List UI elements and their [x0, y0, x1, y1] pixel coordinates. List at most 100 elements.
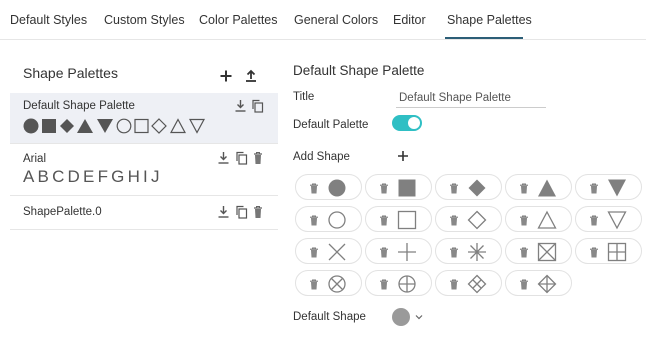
- diamond-plus-icon: [537, 274, 557, 294]
- diamond-filled-icon: [468, 179, 486, 197]
- toggle-knob: [408, 117, 420, 129]
- triangle-down-outline-icon: [607, 211, 627, 230]
- circle-filled-icon: [328, 179, 346, 197]
- default-shape-label: Default Shape: [293, 311, 366, 323]
- add-icon[interactable]: [218, 68, 234, 84]
- square-x-icon: [537, 242, 557, 262]
- editor-title: Default Shape Palette: [293, 63, 425, 78]
- font-preview: ABCDEFGHIJ: [23, 167, 163, 186]
- trash-icon[interactable]: [449, 215, 459, 226]
- circle-plus-icon: [398, 275, 416, 293]
- trash-icon[interactable]: [519, 183, 529, 194]
- list-item[interactable]: Arial ABCDEFGHIJ: [10, 145, 278, 196]
- palette-name: ShapePalette.0: [23, 206, 102, 218]
- shape-cell-asterisk[interactable]: [435, 238, 502, 264]
- circle-x-icon: [328, 275, 346, 293]
- default-palette-label: Default Palette: [293, 119, 369, 131]
- shape-cell-square-plus[interactable]: [575, 238, 642, 264]
- circle-outline-icon: [328, 211, 346, 229]
- shape-cell-triangle-down-filled[interactable]: [575, 174, 642, 200]
- square-plus-icon: [607, 242, 627, 262]
- list-item[interactable]: ShapePalette.0: [10, 197, 278, 230]
- copy-icon[interactable]: [251, 99, 264, 113]
- square-filled-icon: [398, 179, 416, 197]
- shape-cell-plus[interactable]: [365, 238, 432, 264]
- tab-custom-styles[interactable]: Custom Styles: [104, 13, 185, 27]
- trash-icon[interactable]: [309, 215, 319, 226]
- shape-cell-square-outline[interactable]: [365, 206, 432, 232]
- trash-icon[interactable]: [309, 183, 319, 194]
- palette-name: Arial: [23, 153, 47, 165]
- tab-shape-palettes[interactable]: Shape Palettes: [447, 13, 532, 27]
- shape-cell-triangle-down-outline[interactable]: [575, 206, 642, 232]
- list-item[interactable]: Default Shape Palette: [10, 93, 278, 144]
- upload-icon[interactable]: [243, 67, 259, 83]
- trash-icon[interactable]: [309, 247, 319, 258]
- download-icon[interactable]: [217, 151, 230, 165]
- triangle-down-filled-icon: [608, 179, 626, 197]
- trash-icon[interactable]: [589, 215, 599, 226]
- trash-icon[interactable]: [519, 279, 529, 290]
- default-palette-toggle[interactable]: [392, 115, 422, 131]
- diamond-outline-icon: [467, 210, 487, 230]
- square-outline-icon: [397, 210, 417, 230]
- shape-cell-circle-filled[interactable]: [295, 174, 362, 200]
- trash-icon[interactable]: [449, 183, 459, 194]
- download-icon[interactable]: [217, 205, 230, 219]
- title-input[interactable]: [396, 90, 546, 108]
- palette-name: Default Shape Palette: [23, 100, 135, 112]
- tab-default-styles[interactable]: Default Styles: [10, 13, 87, 27]
- shape-cell-circle-outline[interactable]: [295, 206, 362, 232]
- trash-icon[interactable]: [309, 279, 319, 290]
- add-shape-label: Add Shape: [293, 151, 350, 163]
- trash-icon[interactable]: [519, 215, 529, 226]
- tab-general-colors[interactable]: General Colors: [294, 13, 378, 27]
- chevron-down-icon[interactable]: [415, 314, 423, 320]
- tab-color-palettes[interactable]: Color Palettes: [199, 13, 278, 27]
- download-icon[interactable]: [234, 99, 247, 113]
- copy-icon[interactable]: [235, 205, 248, 219]
- trash-icon[interactable]: [379, 183, 389, 194]
- shape-cell-diamond-filled[interactable]: [435, 174, 502, 200]
- shape-cell-triangle-up-outline[interactable]: [505, 206, 572, 232]
- triangle-up-outline-icon: [537, 210, 557, 229]
- copy-icon[interactable]: [235, 151, 248, 165]
- shape-cell-triangle-up-filled[interactable]: [505, 174, 572, 200]
- shape-cell-diamond-plus[interactable]: [505, 270, 572, 296]
- panel-title: Shape Palettes: [23, 65, 118, 81]
- add-shape-icon[interactable]: [397, 150, 409, 162]
- shape-cell-x-cross[interactable]: [295, 238, 362, 264]
- active-tab-indicator: [445, 37, 523, 39]
- item-actions: [216, 151, 264, 165]
- plus-icon: [398, 243, 416, 261]
- trash-icon[interactable]: [589, 183, 599, 194]
- shape-cell-square-x[interactable]: [505, 238, 572, 264]
- shape-cell-square-filled[interactable]: [365, 174, 432, 200]
- item-actions: [216, 205, 264, 219]
- shape-cell-diamond-outline[interactable]: [435, 206, 502, 232]
- asterisk-icon: [468, 243, 486, 261]
- trash-icon[interactable]: [589, 247, 599, 258]
- shape-preview: [23, 118, 206, 134]
- top-tab-bar: Default Styles Custom Styles Color Palet…: [0, 0, 646, 40]
- diamond-x-icon: [467, 274, 487, 294]
- tab-editor[interactable]: Editor: [393, 13, 426, 27]
- shape-cell-circle-x[interactable]: [295, 270, 362, 296]
- triangle-up-filled-icon: [538, 179, 556, 197]
- trash-icon[interactable]: [252, 151, 264, 165]
- item-actions: [233, 99, 264, 113]
- shape-palettes-list-panel: Shape Palettes Default Shape Palette Ari…: [10, 56, 278, 230]
- palette-editor-panel: Default Shape Palette Title Default Pale…: [293, 56, 646, 347]
- trash-icon[interactable]: [449, 247, 459, 258]
- default-shape-selector[interactable]: [392, 308, 410, 326]
- shape-cell-circle-plus[interactable]: [365, 270, 432, 296]
- trash-icon[interactable]: [379, 247, 389, 258]
- trash-icon[interactable]: [449, 279, 459, 290]
- x-cross-icon: [328, 243, 346, 261]
- trash-icon[interactable]: [379, 215, 389, 226]
- trash-icon[interactable]: [252, 205, 264, 219]
- trash-icon[interactable]: [379, 279, 389, 290]
- title-label: Title: [293, 91, 315, 103]
- shape-cell-diamond-x[interactable]: [435, 270, 502, 296]
- trash-icon[interactable]: [519, 247, 529, 258]
